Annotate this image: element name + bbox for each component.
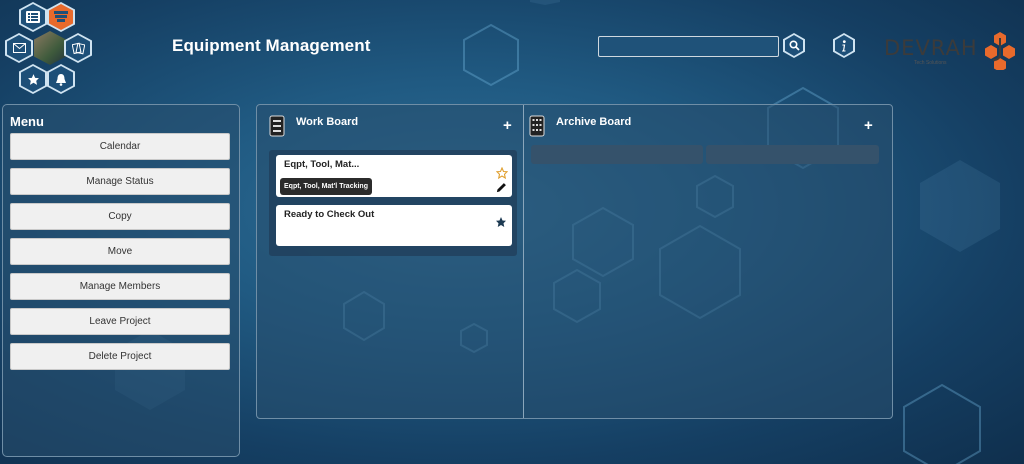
- logo-text: DEVRAH: [884, 36, 978, 60]
- board-icon: [269, 115, 285, 137]
- boards-container: Work Board + Eqpt, Tool, Mat... Eqpt, To…: [256, 104, 893, 419]
- archive-board-icon: [529, 115, 545, 137]
- card-title: Eqpt, Tool, Mat...: [284, 159, 360, 170]
- list-icon: [26, 11, 40, 23]
- archive-board-title: Archive Board: [556, 116, 632, 128]
- company-logo: DEVRAH Tech Solutions: [884, 30, 1019, 70]
- avatar[interactable]: [34, 31, 66, 65]
- board-divider: [523, 105, 524, 418]
- work-board-list: Eqpt, Tool, Mat... Eqpt, Tool, Mat'l Tra…: [269, 150, 517, 256]
- search-icon: [788, 40, 800, 51]
- cards-button[interactable]: [64, 33, 92, 63]
- messages-button[interactable]: [5, 33, 33, 63]
- card-ready-to-check-out[interactable]: Ready to Check Out: [276, 205, 512, 246]
- stack-icon: [54, 11, 68, 23]
- menu-item-calendar[interactable]: Calendar: [10, 133, 230, 160]
- info-button[interactable]: [833, 33, 855, 58]
- info-icon: [841, 39, 847, 52]
- bell-icon: [55, 73, 67, 86]
- card-eqpt-tool[interactable]: Eqpt, Tool, Mat... Eqpt, Tool, Mat'l Tra…: [276, 155, 512, 197]
- favorites-button[interactable]: [19, 64, 47, 94]
- edit-pencil-icon[interactable]: [496, 182, 507, 193]
- menu-item-leave-project[interactable]: Leave Project: [10, 308, 230, 335]
- card-tooltip: Eqpt, Tool, Mat'l Tracking: [280, 178, 372, 195]
- mail-icon: [12, 43, 26, 53]
- menu-item-copy[interactable]: Copy: [10, 203, 230, 230]
- menu-item-move[interactable]: Move: [10, 238, 230, 265]
- logo-hex-mark: [985, 32, 1015, 70]
- list-view-button[interactable]: [19, 2, 47, 32]
- logo-tagline: Tech Solutions: [914, 60, 947, 66]
- archive-board-add-button[interactable]: +: [864, 117, 873, 134]
- search-button[interactable]: [783, 33, 805, 58]
- work-board-title: Work Board: [296, 116, 359, 128]
- archive-column-right: [706, 145, 879, 164]
- star-filled-icon[interactable]: [495, 216, 507, 228]
- cards-icon: [71, 42, 85, 55]
- star-outline-icon[interactable]: [496, 167, 508, 179]
- menu-item-manage-status[interactable]: Manage Status: [10, 168, 230, 195]
- stack-view-button[interactable]: [47, 2, 75, 32]
- star-icon: [27, 73, 40, 86]
- search-input[interactable]: [598, 36, 779, 57]
- menu-panel: Menu Calendar Manage Status Copy Move Ma…: [2, 104, 240, 457]
- archive-column-left: [531, 145, 703, 164]
- menu-item-manage-members[interactable]: Manage Members: [10, 273, 230, 300]
- work-board-add-button[interactable]: +: [503, 117, 512, 134]
- notifications-button[interactable]: [47, 64, 75, 94]
- menu-item-delete-project[interactable]: Delete Project: [10, 343, 230, 370]
- menu-title: Menu: [10, 114, 44, 129]
- page-title: Equipment Management: [172, 36, 371, 55]
- card-title: Ready to Check Out: [284, 209, 375, 220]
